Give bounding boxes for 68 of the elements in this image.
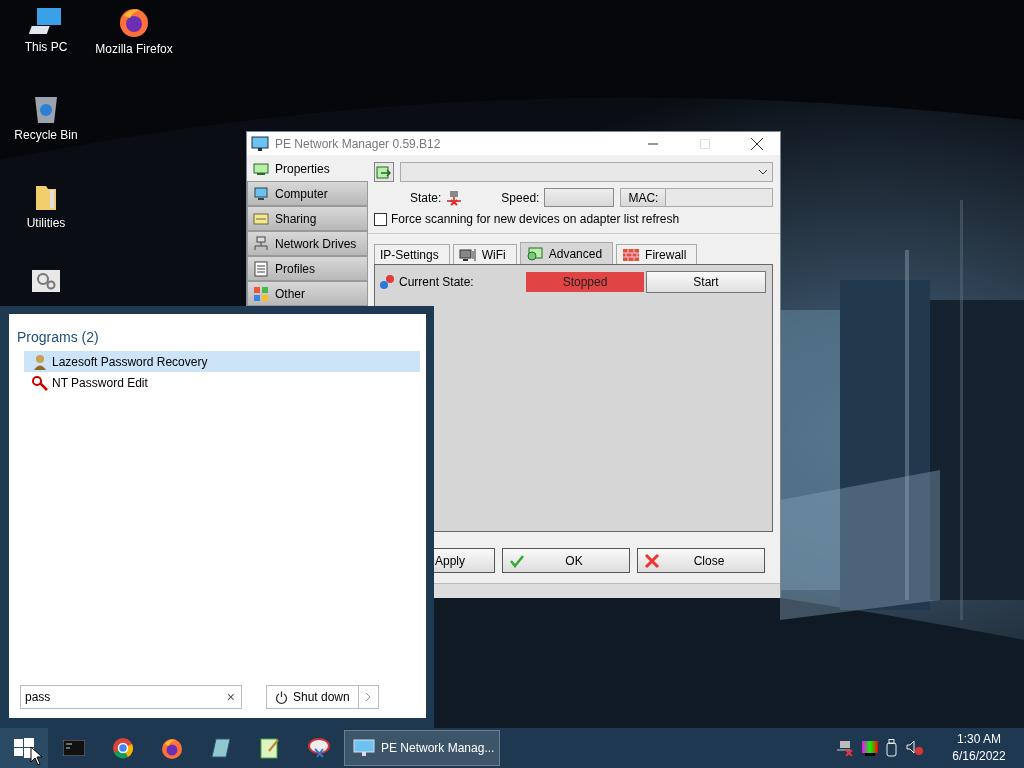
fox-icon[interactable]: [160, 737, 183, 759]
checkbox-label[interactable]: Force scanning for new devices on adapter list refresh: [391, 212, 680, 226]
computer-icon: [29, 6, 63, 36]
monitor-icon: [253, 185, 269, 202]
desktop-icon-label[interactable]: This PC: [24, 40, 68, 54]
usb-drive-icon[interactable]: [886, 739, 898, 757]
tab[interactable]: IP-Settings: [374, 244, 450, 264]
close-icon: [751, 137, 763, 150]
search-result[interactable]: NT Password Edit: [24, 372, 420, 393]
fox-icon: [118, 6, 150, 38]
status-indicator: Stopped: [526, 272, 644, 292]
current-state-label: Current State:: [399, 275, 475, 289]
network-error-icon[interactable]: [836, 740, 854, 756]
color-display-icon[interactable]: [862, 740, 878, 756]
group-heading: Programs (2): [17, 329, 100, 345]
start-button[interactable]: Start: [646, 271, 766, 293]
chevron-right-icon: [365, 692, 372, 702]
mouse-pointer-icon: [30, 746, 42, 766]
chevron-down-icon: [758, 169, 768, 175]
tab[interactable]: Advanced: [519, 242, 614, 264]
card-icon: [253, 210, 269, 227]
recycle-bin-icon: [32, 94, 60, 124]
export-button[interactable]: [374, 162, 394, 182]
browser-icon[interactable]: [111, 737, 134, 759]
ok-button[interactable]: OK: [502, 548, 630, 573]
sidebar-item[interactable]: Network Drives: [247, 231, 368, 256]
search-result[interactable]: Lazesoft Password Recovery: [24, 351, 420, 372]
power-icon: [275, 690, 288, 704]
mac-field: MAC:: [620, 188, 773, 207]
desktop-icon-label[interactable]: Utilities: [26, 216, 66, 230]
maximize-icon: [700, 138, 710, 149]
gear-monitor-icon: [525, 246, 544, 261]
network-icon: [253, 235, 269, 252]
computer-icon: [458, 247, 477, 262]
sidebar-item[interactable]: Other: [247, 281, 368, 306]
clock[interactable]: 1:30 AM 6/16/2022: [940, 731, 1018, 765]
window-title: PE Network Manager 0.59.B12: [275, 136, 442, 151]
checklist-icon: [253, 260, 269, 277]
desktop-icon-label[interactable]: Mozilla Firefox: [95, 42, 173, 56]
clock-date: 6/16/2022: [952, 748, 1006, 765]
speaker-muted-icon[interactable]: [906, 740, 924, 756]
taskbar-button[interactable]: PE Network Manag...: [344, 730, 500, 766]
tab[interactable]: Firewall: [616, 244, 698, 264]
close-button[interactable]: Close: [637, 548, 765, 573]
sidebar-item[interactable]: Profiles: [247, 256, 368, 281]
sidebar-item[interactable]: Computer: [247, 181, 368, 206]
network-card-icon: [253, 160, 269, 177]
speed-field: [544, 188, 615, 207]
tiles-icon: [253, 285, 269, 302]
start-button[interactable]: [0, 728, 48, 768]
checkbox[interactable]: [374, 212, 387, 226]
network-error-icon: [446, 189, 463, 206]
clear-button[interactable]: ×: [224, 689, 237, 705]
brick-wall-icon: [622, 247, 641, 262]
tab[interactable]: WiFi: [452, 244, 517, 264]
state-label: State:: [410, 190, 442, 205]
sidebar-item[interactable]: Sharing: [247, 206, 368, 231]
notebook-icon[interactable]: [209, 737, 232, 759]
terminal-icon[interactable]: [62, 740, 85, 756]
monitor-icon: [353, 739, 375, 757]
notepad-icon[interactable]: [259, 737, 280, 759]
search-field[interactable]: pass ×: [20, 685, 242, 709]
clock-time: 1:30 AM: [957, 731, 1001, 748]
cross-icon: [644, 552, 660, 569]
desktop-icon-label[interactable]: Recycle Bin: [14, 128, 78, 142]
monitor-chart-icon: [251, 135, 269, 152]
shutdown-button[interactable]: Shut down: [266, 685, 359, 709]
speed-label: Speed:: [501, 190, 540, 205]
